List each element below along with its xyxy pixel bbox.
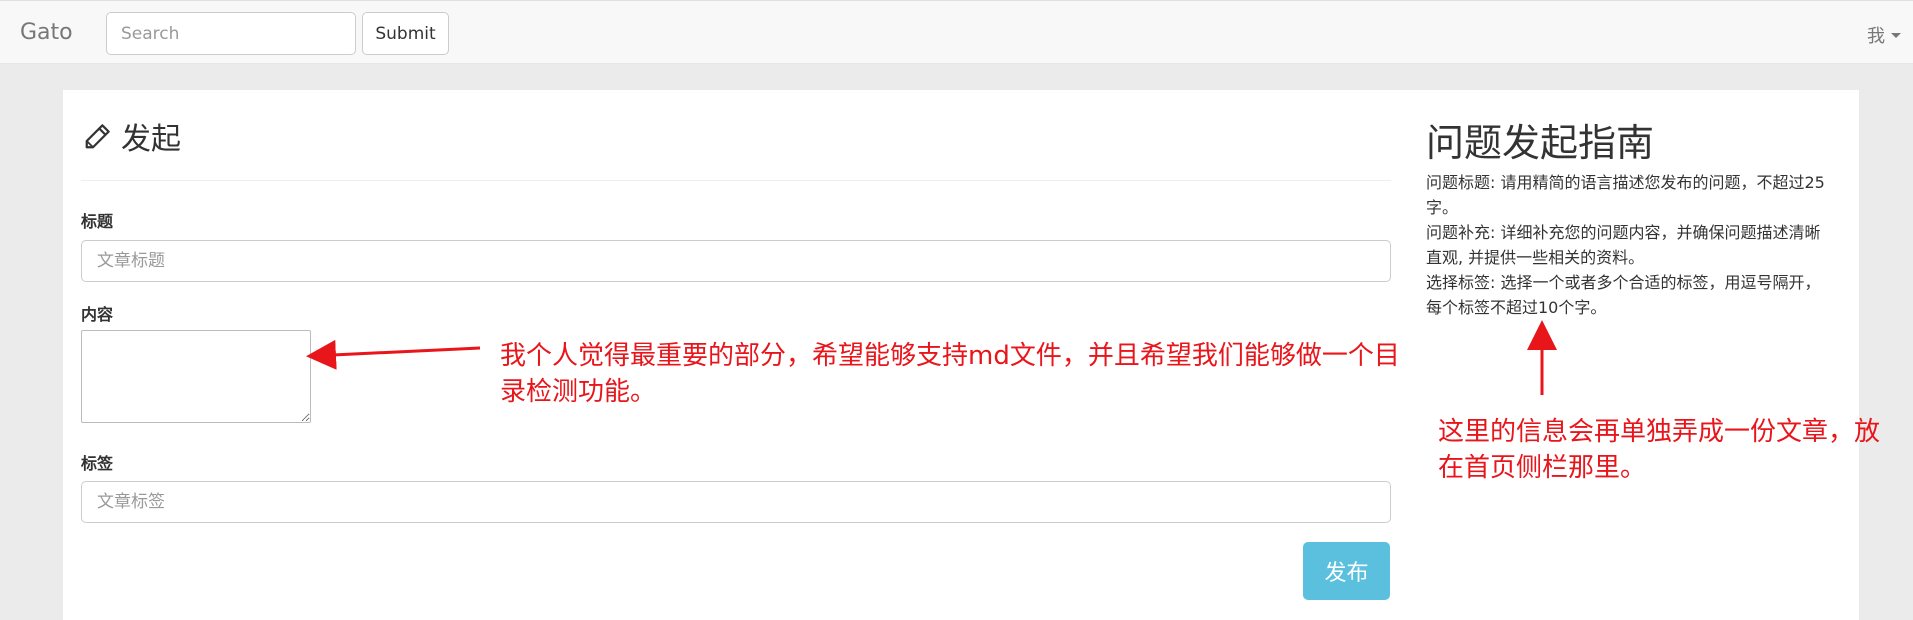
search-submit-button[interactable]: Submit <box>362 12 449 55</box>
title-input[interactable] <box>81 240 1391 282</box>
content-textarea[interactable] <box>81 330 311 423</box>
top-navbar: Gato Submit 我 <box>0 0 1913 64</box>
guide-line: 选择标签: 选择一个或者多个合适的标签，用逗号隔开，每个标签不超过10个字。 <box>1426 273 1821 317</box>
caret-down-icon <box>1891 32 1901 38</box>
header-divider <box>81 180 1391 181</box>
content-label: 内容 <box>81 305 114 324</box>
guide-line: 问题标题: 请用精简的语言描述您发布的问题，不超过25字。 <box>1426 173 1825 217</box>
guide-heading: 问题发起指南 <box>1426 121 1655 165</box>
user-menu-label: 我 <box>1867 26 1885 47</box>
search-input[interactable] <box>106 12 356 55</box>
pencil-icon <box>85 124 110 149</box>
guide-text: 问题标题: 请用精简的语言描述您发布的问题，不超过25字。 问题补充: 详细补充… <box>1426 170 1826 320</box>
page-header: 发起 <box>83 114 181 158</box>
page-title: 发起 <box>121 122 181 157</box>
brand-logo[interactable]: Gato <box>20 20 73 45</box>
tags-label: 标签 <box>81 454 114 473</box>
guide-annotation-text: 这里的信息会再单独弄成一份文章，放在首页侧栏那里。 <box>1438 417 1881 483</box>
tags-input[interactable] <box>81 481 1391 523</box>
publish-button[interactable]: 发布 <box>1303 542 1390 600</box>
user-menu-dropdown[interactable]: 我 <box>1867 22 1901 48</box>
content-annotation-text: 我个人觉得最重要的部分，希望能够支持md文件，并且希望我们能够做一个目录检测功能… <box>500 341 1400 407</box>
title-label: 标题 <box>81 212 114 231</box>
guide-line: 问题补充: 详细补充您的问题内容，并确保问题描述清晰直观, 并提供一些相关的资料… <box>1426 223 1821 267</box>
